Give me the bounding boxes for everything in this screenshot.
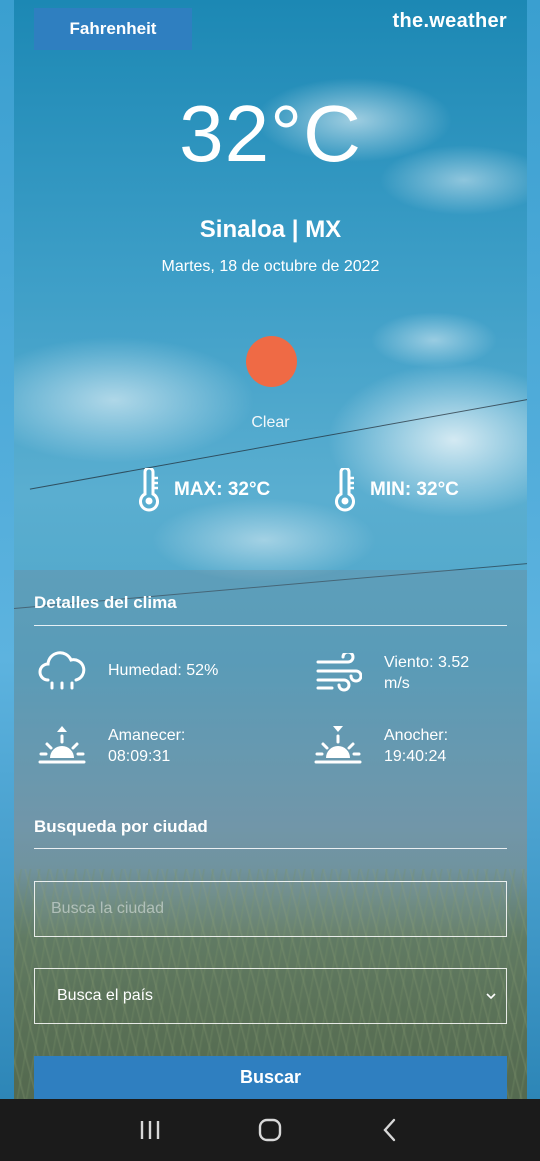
weather-condition: Clear bbox=[251, 414, 290, 431]
android-navigation-bar bbox=[0, 1099, 540, 1161]
right-edge bbox=[527, 0, 540, 1099]
details-title: Detalles del clima bbox=[34, 593, 177, 612]
current-temperature: 32°C bbox=[179, 89, 362, 178]
fahrenheit-toggle-button[interactable]: Fahrenheit bbox=[34, 8, 192, 50]
sunset-label: Anocher: 19:40:24 bbox=[384, 725, 448, 767]
weather-condition-icon bbox=[246, 336, 297, 387]
thermometer-icon bbox=[139, 468, 159, 512]
humidity-detail: Humedad: 52% bbox=[36, 648, 218, 692]
wind-icon bbox=[312, 651, 364, 695]
back-icon bbox=[383, 1118, 396, 1142]
sunrise-label: Amanecer: 08:09:31 bbox=[108, 725, 185, 767]
location: Sinaloa | MX bbox=[199, 216, 342, 243]
sunrise-title: Amanecer: bbox=[108, 727, 186, 744]
min-temperature: MIN: 32°C bbox=[332, 468, 459, 512]
sunrise-detail: Amanecer: 08:09:31 bbox=[36, 724, 185, 768]
max-temperature-label: MAX: 32°C bbox=[174, 479, 271, 500]
current-date: Martes, 18 de octubre de 2022 bbox=[161, 258, 380, 275]
header: Fahrenheit the.weather bbox=[14, 0, 527, 60]
chevron-down-icon bbox=[486, 993, 496, 1000]
sunset-detail: Anocher: 19:40:24 bbox=[312, 724, 448, 768]
search-divider bbox=[34, 848, 507, 849]
thermometer-icon bbox=[335, 468, 355, 512]
country-select[interactable]: Busca el país bbox=[34, 968, 507, 1024]
country-select-value: Busca el país bbox=[57, 987, 154, 1004]
back-button[interactable] bbox=[370, 1110, 410, 1150]
sunset-time: 19:40:24 bbox=[384, 748, 447, 765]
wind-label: Viento: 3.52 m/s bbox=[384, 652, 469, 694]
sunrise-icon bbox=[36, 724, 88, 768]
humidity-label: Humedad: 52% bbox=[108, 661, 219, 679]
sunrise-time: 08:09:31 bbox=[108, 748, 171, 765]
home-icon bbox=[258, 1118, 282, 1142]
weather-app: Fahrenheit the.weather 32°C Sinaloa | MX… bbox=[14, 0, 527, 1099]
left-edge bbox=[0, 0, 14, 1099]
home-button[interactable] bbox=[250, 1110, 290, 1150]
cloud-rain-icon bbox=[36, 648, 88, 692]
search-button[interactable]: Buscar bbox=[34, 1056, 507, 1099]
sunset-icon bbox=[312, 724, 364, 768]
recent-apps-icon bbox=[140, 1121, 160, 1139]
details-divider bbox=[34, 625, 507, 626]
wind-value: Viento: 3.52 bbox=[384, 654, 470, 671]
city-search-input[interactable] bbox=[34, 881, 507, 937]
wind-unit: m/s bbox=[384, 675, 410, 692]
recent-apps-button[interactable] bbox=[130, 1110, 170, 1150]
search-title: Busqueda por ciudad bbox=[34, 817, 208, 836]
sunset-title: Anocher: bbox=[384, 727, 449, 744]
brand-logo: the.weather bbox=[392, 10, 507, 32]
wind-detail: Viento: 3.52 m/s bbox=[312, 651, 469, 695]
min-temperature-label: MIN: 32°C bbox=[370, 479, 459, 500]
max-temperature: MAX: 32°C bbox=[136, 468, 270, 512]
